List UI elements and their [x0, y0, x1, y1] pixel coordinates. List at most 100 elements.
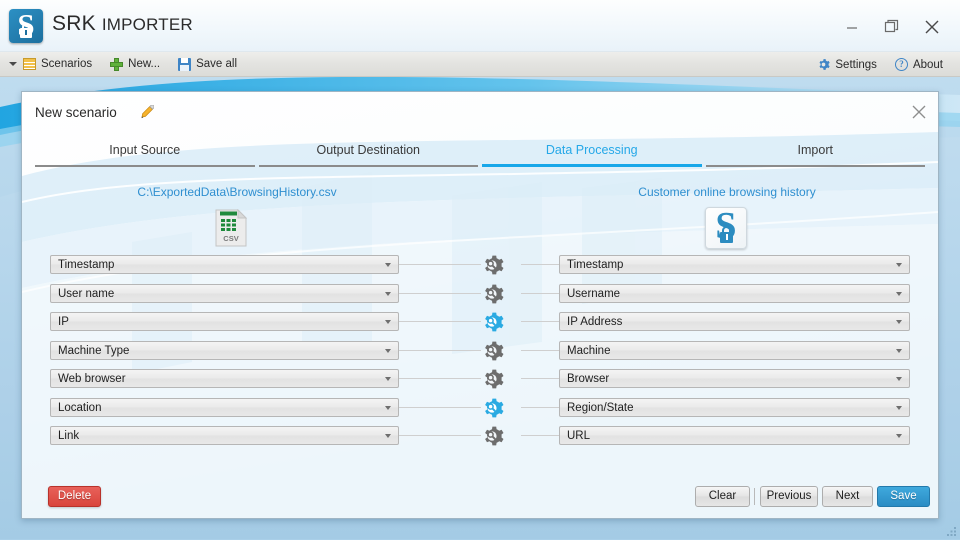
mapping-row: User name Username [22, 282, 938, 313]
chevron-down-icon [385, 405, 391, 410]
mapping-row: IP IP Address [22, 312, 938, 341]
lock-keyhole-shape [726, 234, 728, 240]
target-field-select-5[interactable]: Region/State [559, 397, 910, 417]
mapping-settings-gear-icon-6[interactable] [480, 424, 504, 448]
connector-line-left [399, 321, 481, 322]
chevron-down-icon [896, 291, 902, 296]
toolbar-item-scenarios[interactable]: Scenarios [0, 52, 101, 76]
minimize-button[interactable] [836, 14, 868, 40]
scenarios-icon [23, 58, 36, 70]
source-field-value: IP [58, 316, 69, 328]
tab-input-source-label: Input Source [109, 143, 181, 157]
mapping-row: Timestamp Timestamp [22, 255, 938, 284]
connector-line-left [399, 264, 481, 265]
close-button[interactable] [916, 14, 948, 40]
target-field-value: IP Address [567, 316, 623, 328]
gear-icon [817, 58, 831, 71]
previous-button[interactable]: Previous [760, 486, 818, 507]
app-title: SRK IMPORTER [52, 12, 193, 36]
chevron-down-icon [896, 377, 902, 381]
source-field-select-4[interactable]: Web browser [50, 369, 399, 388]
toolbar-item-save-all-label: Save all [196, 58, 238, 70]
pencil-icon[interactable] [139, 104, 155, 120]
chevron-down-icon [385, 263, 391, 267]
tab-input-source[interactable]: Input Source [33, 139, 257, 167]
chevron-down-icon [385, 291, 391, 296]
source-field-select-5[interactable]: Location [50, 397, 399, 417]
toolbar-item-save-all[interactable]: Save all [169, 52, 246, 76]
next-button[interactable]: Next [822, 486, 873, 507]
target-field-value: Region/State [567, 401, 634, 414]
resize-grip[interactable] [945, 525, 957, 537]
connector-line-left [399, 292, 481, 294]
mapping-settings-gear-icon-3[interactable] [480, 339, 504, 363]
delete-button[interactable]: Delete [48, 486, 101, 507]
application-window: S SRK IMPORTER Scenarios New... Save all… [0, 0, 960, 539]
floppy-disk-icon [178, 57, 192, 71]
scenario-title: New scenario [35, 105, 117, 120]
toolbar-item-about-label: About [912, 58, 943, 71]
toolbar-item-about[interactable]: ? About [886, 53, 952, 77]
source-field-value: Link [58, 430, 80, 442]
mapping-settings-gear-icon-2[interactable] [480, 310, 504, 334]
target-field-select-3[interactable]: Machine [559, 340, 910, 360]
source-field-value: Web browser [58, 373, 126, 385]
chevron-down-icon [9, 62, 17, 66]
target-field-value: URL [567, 430, 591, 442]
source-field-value: Timestamp [58, 259, 115, 271]
tab-import[interactable]: Import [704, 139, 928, 167]
tab-output-destination-label: Output Destination [316, 143, 421, 157]
target-field-select-6[interactable]: URL [559, 426, 910, 445]
save-button[interactable]: Save [877, 486, 930, 507]
mapping-settings-gear-icon-1[interactable] [480, 282, 504, 306]
question-circle-icon: ? [894, 58, 908, 71]
source-field-select-0[interactable]: Timestamp [50, 255, 399, 274]
chevron-down-icon [385, 348, 391, 353]
target-field-value: Browser [567, 373, 610, 385]
source-field-select-6[interactable]: Link [50, 426, 399, 445]
chevron-down-icon [896, 320, 902, 324]
clear-button[interactable]: Clear [695, 486, 750, 507]
source-file-path: C:\ExportedData\BrowsingHistory.csv [137, 185, 337, 199]
chevron-down-icon [896, 263, 902, 267]
connector-line-right [521, 292, 559, 294]
tab-output-destination[interactable]: Output Destination [257, 139, 481, 167]
toolbar-right-group: Settings ? About [808, 52, 952, 77]
main-toolbar: Scenarios New... Save all Settings ? Abo… [0, 52, 960, 77]
csv-file-icon: CSV [215, 208, 248, 247]
title-bar: S SRK IMPORTER [0, 0, 960, 52]
mapping-settings-gear-icon-5[interactable] [480, 396, 504, 420]
source-field-select-2[interactable]: IP [50, 312, 399, 331]
target-field-select-0[interactable]: Timestamp [559, 255, 910, 274]
connector-line-left [399, 378, 481, 379]
mapping-row: Location Region/State [22, 396, 938, 427]
connector-line-left [399, 435, 481, 436]
connector-line-right [521, 349, 559, 351]
mapping-row: Web browser Browser [22, 369, 938, 398]
source-field-select-3[interactable]: Machine Type [50, 340, 399, 360]
chevron-down-icon [896, 434, 902, 438]
app-title-light: IMPORTER [101, 15, 193, 34]
chevron-down-icon [385, 320, 391, 324]
toolbar-item-new[interactable]: New... [101, 52, 169, 76]
source-field-value: Machine Type [58, 344, 130, 357]
tab-underline [482, 164, 702, 167]
target-field-select-2[interactable]: IP Address [559, 312, 910, 331]
tab-data-processing[interactable]: Data Processing [480, 139, 704, 167]
toolbar-item-settings[interactable]: Settings [808, 53, 886, 77]
connector-line-left [399, 406, 481, 408]
lock-keyhole-shape [25, 30, 27, 35]
mapping-settings-gear-icon-4[interactable] [480, 367, 504, 391]
panel-close-icon[interactable] [910, 103, 928, 121]
toolbar-item-scenarios-label: Scenarios [41, 58, 93, 70]
tab-underline [258, 165, 478, 167]
target-field-select-4[interactable]: Browser [559, 369, 910, 388]
button-separator [754, 488, 755, 505]
target-field-select-1[interactable]: Username [559, 283, 910, 303]
connector-line-left [399, 349, 481, 351]
source-field-select-1[interactable]: User name [50, 283, 399, 303]
mapping-settings-gear-icon-0[interactable] [480, 253, 504, 277]
mapping-row: Machine Type Machine [22, 339, 938, 370]
maximize-button[interactable] [876, 14, 908, 40]
target-field-value: Machine [567, 344, 611, 357]
